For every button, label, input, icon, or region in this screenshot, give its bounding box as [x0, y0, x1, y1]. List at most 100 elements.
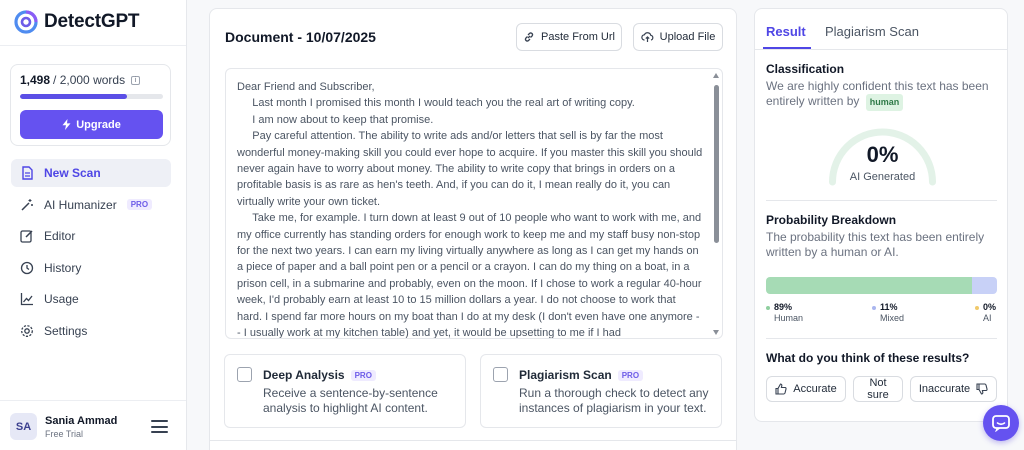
sidebar-divider: [0, 400, 186, 401]
legend-label: AI: [983, 313, 992, 323]
sidebar-item-editor[interactable]: Editor: [11, 222, 171, 250]
plagiarism-scan-checkbox[interactable]: [493, 367, 508, 382]
feedback-title: What do you think of these results?: [766, 351, 970, 365]
pro-badge: PRO: [617, 369, 644, 381]
info-icon[interactable]: i: [131, 75, 141, 85]
gear-icon: [20, 324, 34, 338]
sidebar-item-settings[interactable]: Settings: [11, 317, 171, 345]
results-panel: Result Plagiarism Scan Classification We…: [754, 8, 1008, 422]
inaccurate-label: Inaccurate: [918, 383, 971, 395]
accurate-label: Accurate: [793, 383, 837, 395]
sidebar: DetectGPT 1,498 / 2,000 words i Upgrade …: [0, 0, 187, 450]
active-tab-indicator: [763, 47, 811, 49]
scrollbar-thumb[interactable]: [714, 85, 719, 243]
probability-human-segment: [766, 277, 972, 294]
sidebar-item-history[interactable]: History: [11, 254, 171, 282]
option-title-text: Plagiarism Scan: [519, 368, 612, 382]
probability-bar: [766, 277, 997, 294]
sidebar-item-usage[interactable]: Usage: [11, 285, 171, 313]
thumbs-down-icon: [976, 383, 988, 395]
legend-human: 89% Human: [766, 302, 803, 324]
option-title: Plagiarism Scan PRO: [519, 368, 644, 382]
human-tag: human: [865, 94, 904, 111]
sidebar-item-label: AI Humanizer: [44, 197, 117, 212]
upgrade-label: Upgrade: [76, 118, 121, 131]
sidebar-item-ai-humanizer[interactable]: AI Humanizer PRO: [11, 191, 171, 219]
not-sure-button[interactable]: Not sure: [853, 376, 903, 402]
sidebar-item-new-scan[interactable]: New Scan: [11, 159, 171, 187]
words-used: 1,498: [20, 73, 51, 87]
sidebar-divider: [0, 45, 186, 46]
sidebar-item-label: History: [44, 260, 82, 275]
plagiarism-scan-option[interactable]: Plagiarism Scan PRO Run a thorough check…: [480, 354, 722, 428]
deep-analysis-option[interactable]: Deep Analysis PRO Receive a sentence-by-…: [224, 354, 466, 428]
cloud-upload-icon: [640, 32, 654, 42]
document-text[interactable]: Dear Friend and Subscriber, Last month I…: [237, 79, 703, 338]
thumbs-up-icon: [775, 383, 787, 395]
gauge-label: AI Generated: [849, 171, 916, 183]
lightning-icon: [62, 119, 71, 130]
probability-mixed-segment: [971, 277, 997, 294]
scroll-up-arrow-icon[interactable]: [713, 73, 719, 78]
paste-from-url-button[interactable]: Paste From Url: [516, 23, 622, 51]
document-title: Document - 10/07/2025: [225, 29, 376, 45]
legend-mixed: 11% Mixed: [872, 302, 904, 324]
inaccurate-button[interactable]: Inaccurate: [910, 376, 997, 402]
word-credits-card: 1,498 / 2,000 words i Upgrade: [10, 64, 171, 146]
history-icon: [20, 261, 34, 275]
avatar: SA: [10, 413, 37, 440]
chat-support-button[interactable]: [983, 405, 1019, 441]
legend-dot: [975, 305, 979, 310]
breakdown-text: The probability this text has been entir…: [766, 230, 985, 259]
deep-analysis-checkbox[interactable]: [237, 367, 252, 382]
logo[interactable]: DetectGPT: [14, 10, 140, 34]
upgrade-button[interactable]: Upgrade: [20, 110, 163, 139]
legend-pct: 11%: [880, 302, 898, 312]
user-plan: Free Trial: [45, 428, 84, 439]
sidebar-item-label: Settings: [44, 323, 88, 338]
section-divider: [766, 338, 997, 339]
classification-title: Classification: [766, 62, 845, 76]
credits-progress-fill: [20, 94, 128, 99]
not-sure-label: Not sure: [867, 377, 889, 401]
accurate-button[interactable]: Accurate: [766, 376, 846, 402]
legend-pct: 0%: [983, 302, 997, 312]
link-icon: [524, 32, 534, 42]
upload-file-button[interactable]: Upload File: [633, 23, 723, 51]
app-name: DetectGPT: [44, 11, 140, 32]
option-description: Run a thorough check to detect any insta…: [519, 386, 709, 415]
scrollbar[interactable]: [712, 71, 721, 337]
chat-icon: [992, 414, 1010, 432]
panel-divider: [210, 440, 736, 441]
scroll-down-arrow-icon[interactable]: [713, 330, 719, 335]
magic-wand-icon: [20, 198, 34, 212]
tab-result[interactable]: Result: [766, 24, 806, 39]
legend-dot: [872, 305, 876, 310]
legend-dot: [766, 305, 770, 310]
document-text-area[interactable]: Dear Friend and Subscriber, Last month I…: [225, 68, 723, 339]
upload-label: Upload File: [659, 31, 716, 43]
legend-ai: 0% AI: [975, 302, 996, 324]
gauge-value: 0%: [866, 142, 899, 167]
user-profile[interactable]: SA Sania Ammad Free Trial: [10, 413, 117, 440]
menu-icon[interactable]: [151, 420, 168, 434]
classification-text: We are highly confident this text has be…: [766, 79, 996, 111]
user-name: Sania Ammad: [45, 414, 118, 427]
legend-label: Human: [774, 313, 804, 323]
document-icon: [20, 166, 34, 180]
sidebar-item-label: New Scan: [44, 166, 101, 180]
chart-icon: [20, 292, 34, 306]
tab-plagiarism-scan[interactable]: Plagiarism Scan: [825, 24, 919, 39]
option-description: Receive a sentence-by-sentence analysis …: [263, 386, 438, 415]
edit-icon: [20, 229, 34, 243]
pro-badge: PRO: [126, 199, 153, 211]
breakdown-title: Probability Breakdown: [766, 213, 897, 227]
option-title-text: Deep Analysis: [263, 368, 345, 382]
legend-pct: 89%: [774, 302, 793, 312]
logo-icon: [14, 10, 38, 34]
paste-label: Paste From Url: [541, 31, 615, 43]
pro-badge: PRO: [350, 369, 376, 381]
credits-progress-bar: [20, 94, 163, 99]
legend-label: Mixed: [880, 313, 905, 323]
sidebar-item-label: Usage: [44, 292, 79, 307]
